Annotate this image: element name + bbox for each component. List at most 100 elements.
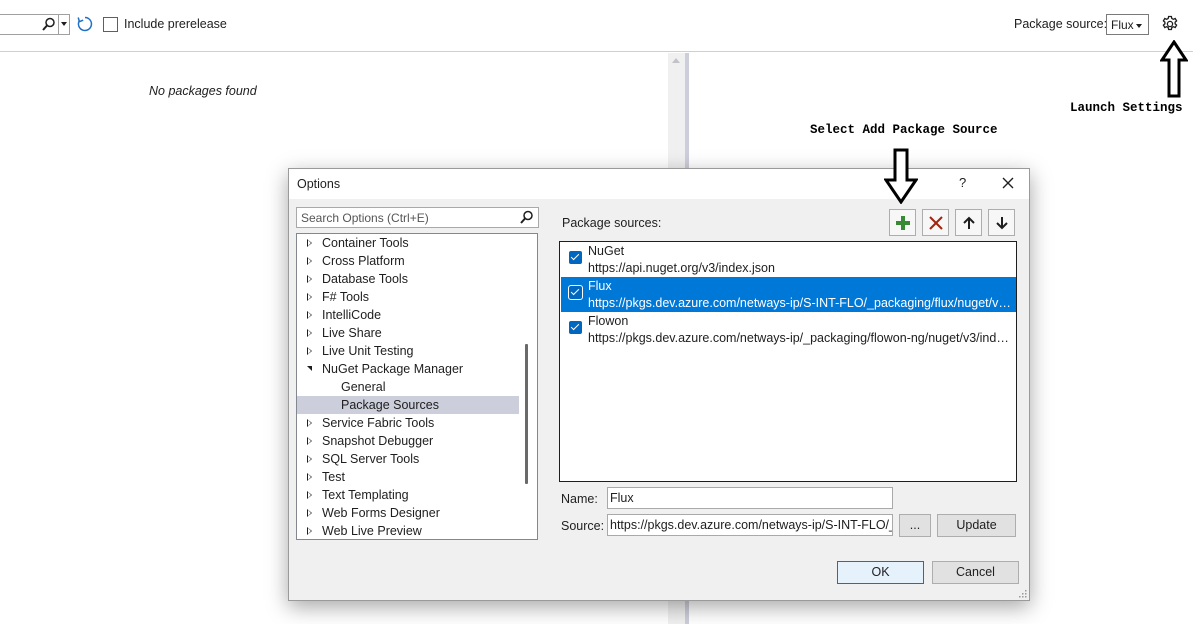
include-prerelease-checkbox[interactable] [103, 17, 118, 32]
tree-item[interactable]: IntelliCode [297, 306, 519, 324]
expand-arrow-icon[interactable] [307, 239, 312, 247]
package-sources-list[interactable]: NuGet https://api.nuget.org/v3/index.json… [559, 241, 1017, 482]
expand-arrow-icon[interactable] [307, 509, 312, 517]
tree-item[interactable]: General [297, 378, 519, 396]
options-tree[interactable]: Web Live Preview Web Forms Designer Text T… [296, 233, 538, 540]
annotation-launch-settings: Launch Settings [1070, 101, 1183, 115]
tree-item-label: Text Templating [322, 488, 409, 502]
source-enabled-checkbox[interactable] [569, 251, 582, 264]
name-label: Name: [561, 492, 598, 506]
add-source-button[interactable] [889, 209, 916, 236]
cancel-button[interactable]: Cancel [932, 561, 1019, 584]
nuget-toolbar: Include prerelease Package source: Flux [0, 0, 1193, 52]
tree-item-label: SQL Server Tools [322, 452, 420, 466]
tree-item-label: Live Share [322, 326, 382, 340]
tree-item[interactable]: SQL Server Tools [297, 450, 519, 468]
tree-item-label: Service Fabric Tools [322, 416, 435, 430]
x-icon [929, 216, 943, 230]
tree-item[interactable]: Cross Platform [297, 252, 519, 270]
tree-item-label: Test [322, 470, 345, 484]
tree-item-label: Container Tools [322, 236, 409, 250]
expand-arrow-icon[interactable] [307, 455, 312, 463]
no-packages-message: No packages found [149, 84, 257, 98]
refresh-icon[interactable] [76, 15, 94, 33]
move-up-button[interactable] [955, 209, 982, 236]
source-name: Flux [588, 279, 612, 293]
tree-item-label: Database Tools [322, 272, 408, 286]
package-source-select[interactable]: Flux [1106, 14, 1149, 35]
tree-item-label: Package Sources [341, 398, 439, 412]
expand-arrow-icon[interactable] [307, 437, 312, 445]
close-icon[interactable] [998, 173, 1018, 193]
package-source-label: Package source: [1014, 17, 1108, 31]
resize-grip-icon[interactable] [1017, 588, 1027, 598]
include-prerelease-label: Include prerelease [124, 17, 227, 31]
tree-item[interactable]: Live Unit Testing [297, 342, 519, 360]
expand-arrow-icon[interactable] [307, 275, 312, 283]
expand-arrow-icon[interactable] [307, 257, 312, 265]
tree-item[interactable]: Test [297, 468, 519, 486]
search-icon[interactable] [520, 210, 534, 225]
expand-arrow-icon[interactable] [307, 473, 312, 481]
annotation-arrow-up-icon [1160, 40, 1188, 98]
annotation-select-add-source: Select Add Package Source [810, 123, 998, 137]
dialog-title: Options [297, 177, 341, 191]
plus-icon [896, 216, 910, 230]
expand-arrow-icon[interactable] [307, 311, 312, 319]
source-enabled-checkbox[interactable] [568, 285, 583, 300]
options-dialog: Options ? Search Options (Ctrl+E) Web Li… [288, 168, 1030, 601]
tree-item-label: Web Forms Designer [322, 506, 440, 520]
tree-item[interactable]: Snapshot Debugger [297, 432, 519, 450]
tree-item[interactable]: Web Forms Designer [297, 504, 519, 522]
tree-item[interactable]: F# Tools [297, 288, 519, 306]
package-source-row[interactable]: Flux https://pkgs.dev.azure.com/netways-i… [561, 277, 1016, 312]
tree-item[interactable]: Container Tools [297, 234, 519, 252]
tree-item-label: Live Unit Testing [322, 344, 414, 358]
package-search-input[interactable] [0, 14, 70, 35]
expand-arrow-icon[interactable] [307, 491, 312, 499]
options-search-input[interactable]: Search Options (Ctrl+E) [296, 207, 539, 228]
source-enabled-checkbox[interactable] [569, 321, 582, 334]
tree-item[interactable]: NuGet Package Manager [297, 360, 519, 378]
expand-arrow-icon[interactable] [307, 329, 312, 337]
tree-item-label: IntelliCode [322, 308, 382, 322]
expand-arrow-icon[interactable] [307, 419, 312, 427]
expand-arrow-icon[interactable] [307, 527, 312, 535]
package-source-row[interactable]: Flowon https://pkgs.dev.azure.com/netways… [561, 312, 1016, 347]
tree-scrollbar-thumb[interactable] [525, 344, 528, 484]
tree-item[interactable]: Service Fabric Tools [297, 414, 519, 432]
tree-item-label: NuGet Package Manager [322, 362, 464, 376]
remove-source-button[interactable] [922, 209, 949, 236]
source-field[interactable]: https://pkgs.dev.azure.com/netways-ip/S-… [607, 514, 893, 536]
search-icon[interactable] [42, 17, 56, 32]
browse-button[interactable]: ... [899, 514, 931, 537]
source-url: https://api.nuget.org/v3/index.json [588, 261, 775, 275]
tree-item-label: General [341, 380, 386, 394]
update-button[interactable]: Update [937, 514, 1016, 537]
scroll-up-icon[interactable] [672, 58, 680, 63]
source-name: Flowon [588, 314, 629, 328]
gear-icon[interactable] [1161, 15, 1179, 33]
move-down-button[interactable] [988, 209, 1015, 236]
source-label: Source: [561, 519, 605, 533]
source-url: https://pkgs.dev.azure.com/netways-ip/S-… [588, 296, 1013, 310]
package-source-row[interactable]: NuGet https://api.nuget.org/v3/index.json [561, 242, 1016, 277]
tree-item-label: Snapshot Debugger [322, 434, 434, 448]
arrow-down-icon [996, 217, 1008, 230]
tree-item[interactable]: Package Sources [297, 396, 519, 414]
annotation-arrow-down-icon [884, 148, 918, 204]
tree-item[interactable]: Text Templating [297, 486, 519, 504]
expand-arrow-icon[interactable] [307, 293, 312, 301]
chevron-down-icon[interactable] [61, 22, 67, 26]
dialog-titlebar[interactable]: Options ? [289, 169, 1029, 199]
package-sources-label: Package sources: [562, 216, 662, 230]
tree-item[interactable]: Database Tools [297, 270, 519, 288]
tree-item[interactable]: Web Live Preview [297, 522, 519, 539]
tree-item[interactable]: Live Share [297, 324, 519, 342]
help-button[interactable]: ? [959, 175, 966, 190]
ok-button[interactable]: OK [837, 561, 924, 584]
expand-arrow-icon[interactable] [307, 347, 312, 355]
collapse-arrow-icon[interactable] [307, 366, 312, 371]
arrow-up-icon [963, 216, 975, 229]
name-field[interactable]: Flux [607, 487, 893, 509]
